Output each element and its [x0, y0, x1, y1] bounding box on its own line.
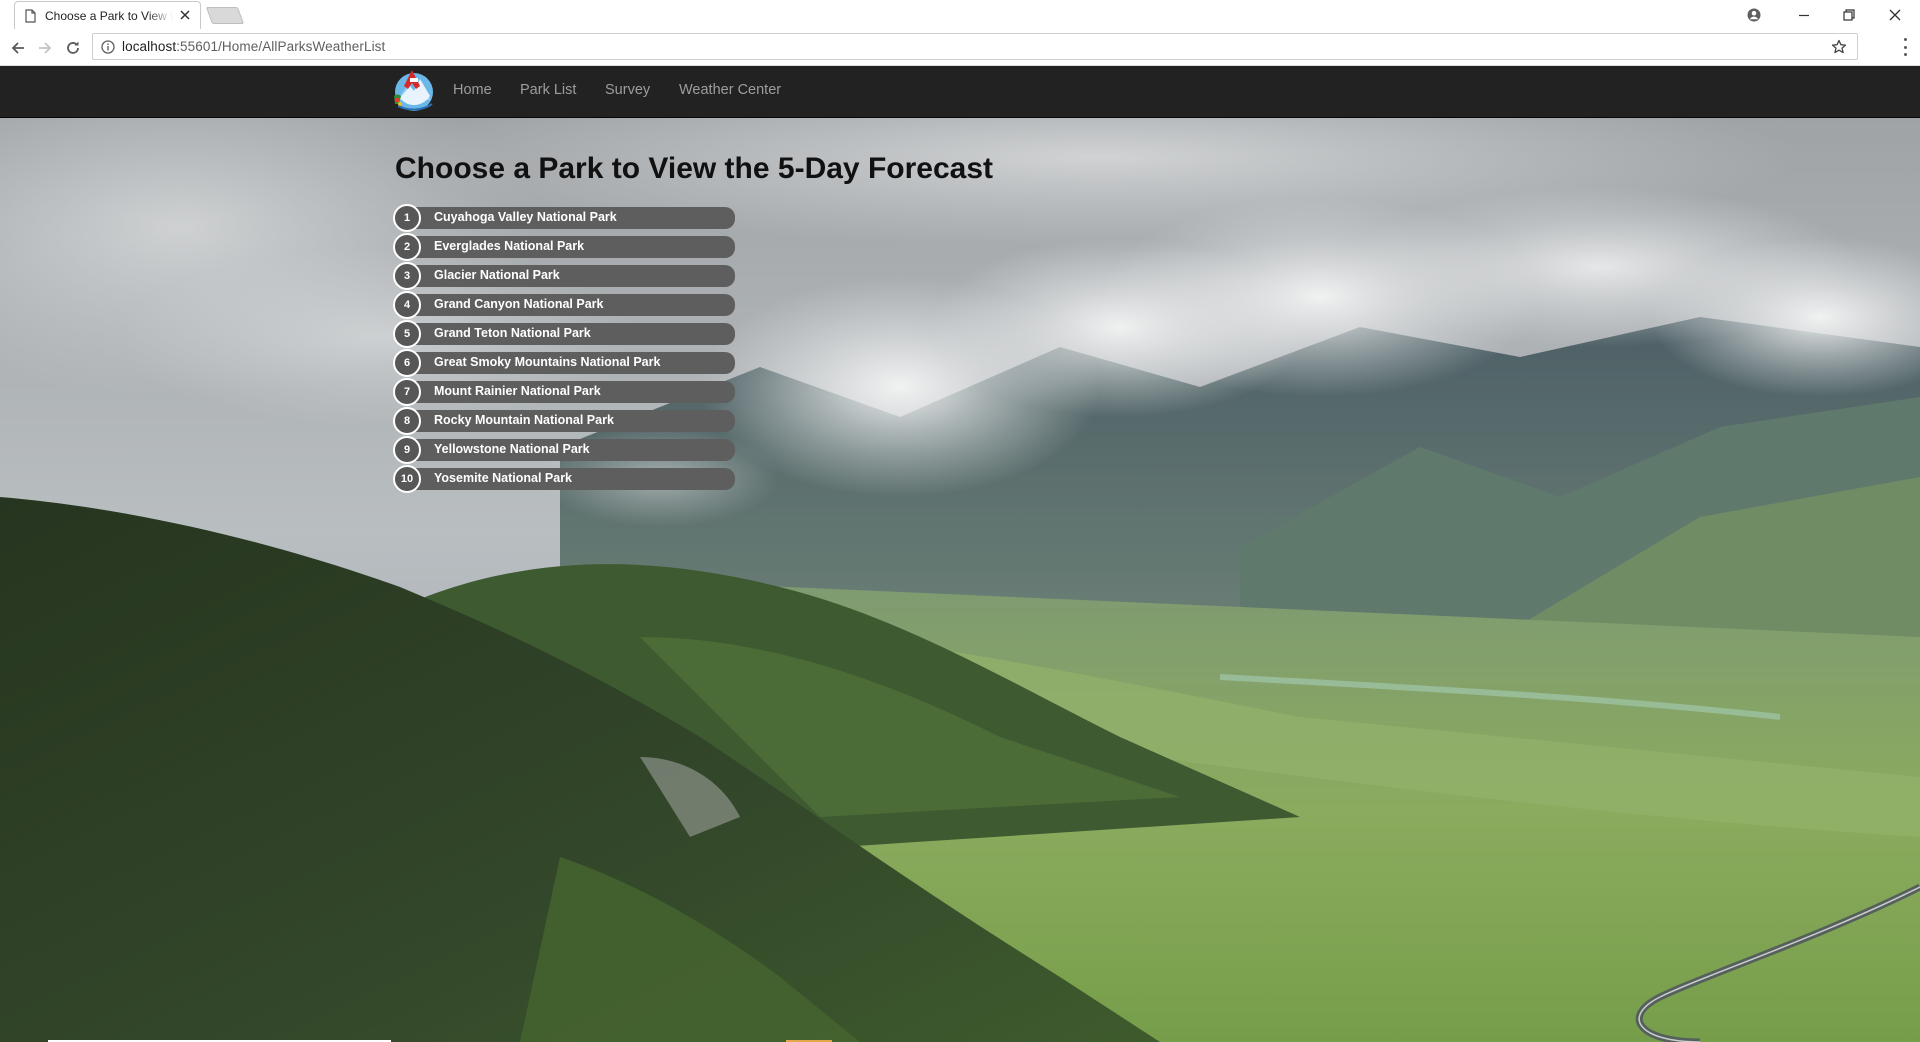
nav-home[interactable]: Home: [453, 82, 492, 98]
park-list-item[interactable]: 5 Grand Teton National Park: [393, 320, 735, 348]
browser-toolbar: localhost:55601/Home/AllParksWeatherList: [0, 29, 1920, 66]
park-name[interactable]: Rocky Mountain National Park: [434, 413, 614, 427]
park-name[interactable]: Cuyahoga Valley National Park: [434, 210, 617, 224]
nav-park-list[interactable]: Park List: [520, 82, 576, 98]
park-number-badge: 8: [393, 407, 421, 435]
park-list-item[interactable]: 8 Rocky Mountain National Park: [393, 407, 735, 435]
back-arrow-icon[interactable]: [8, 38, 28, 58]
park-name[interactable]: Great Smoky Mountains National Park: [434, 355, 660, 369]
park-list-item[interactable]: 4 Grand Canyon National Park: [393, 291, 735, 319]
park-number-badge: 6: [393, 349, 421, 377]
park-list-item[interactable]: 7 Mount Rainier National Park: [393, 378, 735, 406]
browser-tab[interactable]: Choose a Park to View the 5-Day Forecast: [14, 1, 201, 29]
park-number-badge: 2: [393, 233, 421, 261]
account-icon[interactable]: [1744, 5, 1764, 25]
new-tab-button[interactable]: [205, 7, 245, 24]
park-name[interactable]: Grand Teton National Park: [434, 326, 591, 340]
park-list-item[interactable]: 6 Great Smoky Mountains National Park: [393, 349, 735, 377]
forward-arrow-icon[interactable]: [35, 38, 55, 58]
page-viewport: Home Park List Survey Weather Center Cho…: [0, 66, 1920, 1042]
park-number-badge: 1: [393, 204, 421, 232]
park-number-badge: 9: [393, 436, 421, 464]
minimize-icon[interactable]: [1794, 5, 1814, 25]
window-close-icon[interactable]: [1885, 5, 1905, 25]
park-name[interactable]: Yosemite National Park: [434, 471, 572, 485]
url-host: localhost: [122, 39, 177, 54]
site-navbar: Home Park List Survey Weather Center: [0, 66, 1920, 118]
park-list-item[interactable]: 1 Cuyahoga Valley National Park: [393, 204, 735, 232]
park-number-badge: 10: [393, 465, 421, 493]
park-name[interactable]: Grand Canyon National Park: [434, 297, 603, 311]
browser-tabstrip: Choose a Park to View the 5-Day Forecast: [0, 0, 1920, 29]
mountain-valley-background: [0, 117, 1920, 1042]
park-list-item[interactable]: 3 Glacier National Park: [393, 262, 735, 290]
star-icon[interactable]: [1831, 39, 1847, 55]
reload-icon[interactable]: [63, 38, 83, 58]
page-icon: [25, 8, 36, 23]
site-logo[interactable]: [388, 66, 440, 112]
close-icon[interactable]: [179, 9, 191, 21]
park-list-item[interactable]: 10 Yosemite National Park: [393, 465, 735, 493]
park-number-badge: 3: [393, 262, 421, 290]
info-icon[interactable]: [101, 39, 115, 54]
park-number-badge: 7: [393, 378, 421, 406]
park-list-item[interactable]: 9 Yellowstone National Park: [393, 436, 735, 464]
park-name[interactable]: Glacier National Park: [434, 268, 560, 282]
nav-weather-center[interactable]: Weather Center: [679, 82, 781, 98]
menu-icon[interactable]: [1902, 38, 1908, 56]
park-name[interactable]: Everglades National Park: [434, 239, 584, 253]
park-name[interactable]: Yellowstone National Park: [434, 442, 590, 456]
park-list: 1 Cuyahoga Valley National Park 2 Evergl…: [393, 204, 735, 496]
restore-icon[interactable]: [1839, 5, 1859, 25]
park-number-badge: 5: [393, 320, 421, 348]
address-bar[interactable]: localhost:55601/Home/AllParksWeatherList: [92, 33, 1858, 60]
url-text: localhost:55601/Home/AllParksWeatherList: [122, 39, 385, 54]
tab-title: Choose a Park to View the 5-Day Forecast: [45, 8, 173, 23]
url-path: :55601/Home/AllParksWeatherList: [176, 39, 386, 54]
nav-survey[interactable]: Survey: [605, 82, 650, 98]
park-number-badge: 4: [393, 291, 421, 319]
park-name[interactable]: Mount Rainier National Park: [434, 384, 601, 398]
page-title: Choose a Park to View the 5-Day Forecast: [395, 152, 993, 185]
park-list-item[interactable]: 2 Everglades National Park: [393, 233, 735, 261]
